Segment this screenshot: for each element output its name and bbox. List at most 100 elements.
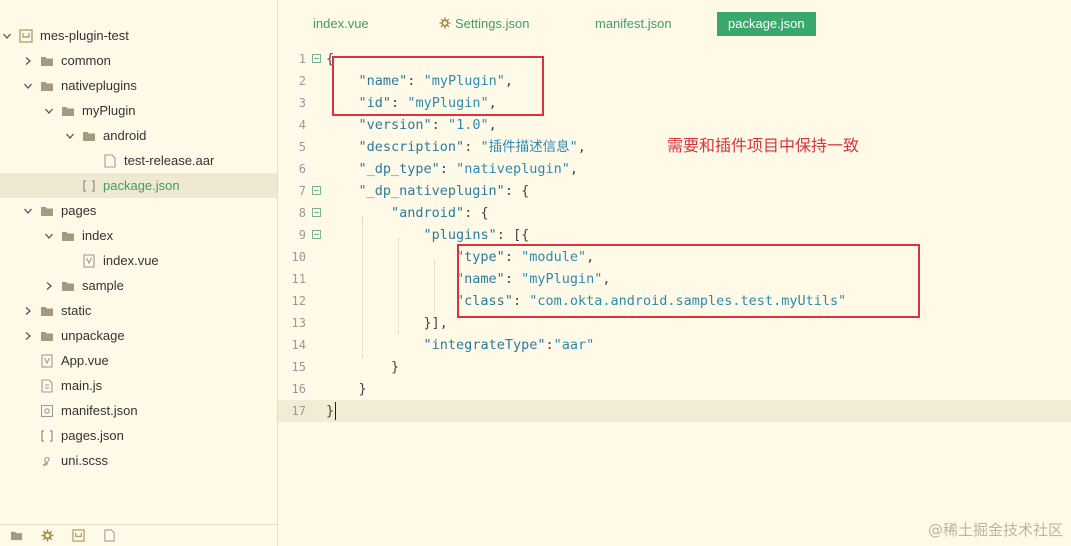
chevron-right-icon[interactable] [22, 305, 34, 317]
tab-label: manifest.json [595, 16, 672, 31]
tree-item-test-release-aar[interactable]: test-release.aar [0, 148, 277, 173]
line-number: 9 [298, 228, 306, 242]
editor-tabs: index.vue Settings.json manifest.json packa… [278, 12, 1071, 38]
manifest-icon [40, 404, 54, 418]
tree-item-label: static [61, 303, 92, 318]
chevron-down-icon[interactable] [64, 130, 76, 142]
code-line[interactable]: 16 } [278, 378, 1071, 400]
gear-icon [439, 16, 455, 31]
code-text: }], [326, 315, 448, 331]
chevron-right-icon[interactable] [22, 55, 34, 67]
code-text: "plugins": [{ [423, 227, 530, 243]
code-text: "version": "1.0", [358, 117, 497, 133]
folder-icon [61, 104, 75, 118]
highlight-box-2 [457, 244, 920, 318]
tree-item-label: test-release.aar [124, 153, 215, 168]
line-number: 12 [291, 294, 306, 308]
folder-icon [61, 279, 75, 293]
tree-item-label: mes-plugin-test [40, 28, 129, 43]
tree-item-manifest-json[interactable]: manifest.json [0, 398, 277, 423]
watermark: @稀土掘金技术社区 [927, 521, 1063, 539]
tree-item-index[interactable]: index [0, 223, 277, 248]
file-icon [103, 153, 117, 168]
line-number: 8 [298, 206, 306, 220]
folder-icon[interactable] [10, 529, 23, 542]
tree-item-static[interactable]: static [0, 298, 277, 323]
indent-guide [434, 260, 435, 314]
tree-item-label: App.vue [61, 353, 109, 368]
tree-item-myplugin[interactable]: myPlugin [0, 98, 277, 123]
code-line[interactable]: 14 "integrateType":"aar" [278, 334, 1071, 356]
tree-item-main-js[interactable]: main.js [0, 373, 277, 398]
line-number: 14 [291, 338, 306, 352]
arrow-spacer [22, 455, 34, 467]
chevron-right-icon[interactable] [22, 330, 34, 342]
arrow-spacer [22, 405, 34, 417]
tab-package-json[interactable]: package.json [717, 12, 816, 36]
code-text: "integrateType":"aar" [423, 337, 595, 353]
tree-item-label: main.js [61, 378, 103, 393]
tree-item-label: sample [82, 278, 124, 293]
chevron-right-icon[interactable] [43, 280, 55, 292]
tree-item-index-vue[interactable]: index.vue [0, 248, 277, 273]
tree-item-label: manifest.json [61, 403, 138, 418]
folder-icon [82, 129, 96, 143]
tree-item-label: index.vue [103, 253, 159, 268]
line-number: 3 [298, 96, 306, 110]
line-number: 5 [298, 140, 306, 154]
tree-item-package-json[interactable]: package.json [0, 173, 277, 198]
tree-item-label: package.json [103, 178, 180, 193]
tree-item-mes-plugin-test[interactable]: mes-plugin-test [0, 23, 277, 48]
line-number: 11 [291, 272, 306, 286]
tab-index-vue[interactable]: index.vue [302, 12, 380, 36]
code-text: "_dp_nativeplugin": { [358, 183, 530, 199]
tab-manifest-json[interactable]: manifest.json [584, 12, 683, 36]
highlight-box-1 [332, 56, 544, 116]
folder-icon [61, 229, 75, 243]
tree-item-app-vue[interactable]: App.vue [0, 348, 277, 373]
chevron-down-icon[interactable] [1, 30, 13, 42]
tree-item-label: uni.scss [61, 453, 108, 468]
code-line[interactable]: 6 "_dp_type": "nativeplugin", [278, 158, 1071, 180]
tree-item-unpackage[interactable]: unpackage [0, 323, 277, 348]
file-explorer: mes-plugin-test common nativeplugins myPlug… [0, 0, 278, 546]
arrow-spacer [22, 355, 34, 367]
fold-toggle-icon[interactable] [312, 208, 321, 217]
tab-settings-json[interactable]: Settings.json [428, 12, 540, 36]
arrow-spacer [22, 430, 34, 442]
line-number: 17 [291, 404, 306, 418]
fold-toggle-icon[interactable] [312, 230, 321, 239]
tree-item-sample[interactable]: sample [0, 273, 277, 298]
indent-guide [398, 238, 399, 334]
tree-item-nativeplugins[interactable]: nativeplugins [0, 73, 277, 98]
code-text: "_dp_type": "nativeplugin", [358, 161, 579, 177]
code-line[interactable]: 8 "android": { [278, 202, 1071, 224]
chevron-down-icon[interactable] [43, 230, 55, 242]
folder-icon [40, 54, 54, 68]
gear-icon[interactable] [41, 529, 54, 542]
code-line[interactable]: 15 } [278, 356, 1071, 378]
tree-item-common[interactable]: common [0, 48, 277, 73]
code-line[interactable]: 7 "_dp_nativeplugin": { [278, 180, 1071, 202]
chevron-down-icon[interactable] [43, 105, 55, 117]
file-icon[interactable] [103, 529, 116, 542]
code-line[interactable]: 17} [278, 400, 1071, 422]
fold-toggle-icon[interactable] [312, 54, 321, 63]
vue-file-icon [40, 353, 54, 368]
line-number: 10 [291, 250, 306, 264]
code-text: } [326, 359, 400, 375]
chevron-down-icon[interactable] [22, 205, 34, 217]
tree-item-pages[interactable]: pages [0, 198, 277, 223]
tree-item-pages-json[interactable]: pages.json [0, 423, 277, 448]
tree-item-uni-scss[interactable]: uni.scss [0, 448, 277, 473]
folder-icon [40, 204, 54, 218]
fold-toggle-icon[interactable] [312, 186, 321, 195]
code-line[interactable]: 9 "plugins": [{ [278, 224, 1071, 246]
line-number: 2 [298, 74, 306, 88]
annotation-note: 需要和插件项目中保持一致 [667, 136, 860, 155]
vue-file-icon [82, 253, 96, 268]
tree-item-android[interactable]: android [0, 123, 277, 148]
chevron-down-icon[interactable] [22, 80, 34, 92]
project-icon[interactable] [72, 529, 85, 542]
indent-guide [362, 216, 363, 358]
